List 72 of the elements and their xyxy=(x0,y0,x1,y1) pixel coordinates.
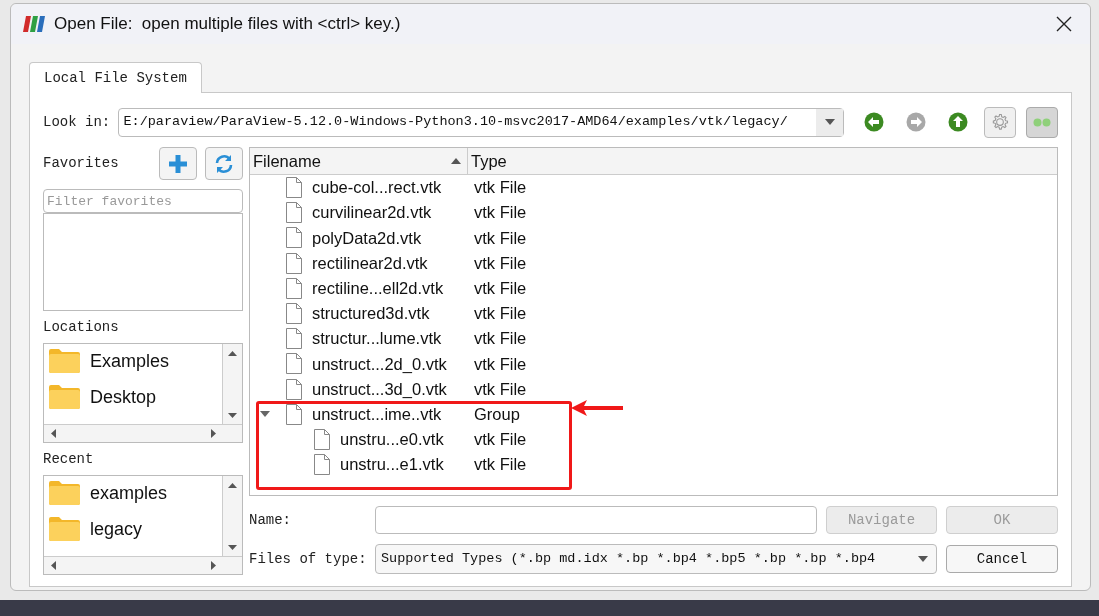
files-of-type-label: Files of type: xyxy=(249,549,368,569)
file-name[interactable]: rectiline...ell2d.vtk xyxy=(312,275,444,301)
file-icon xyxy=(286,353,302,375)
annotation-arrow xyxy=(571,400,623,416)
folder-item[interactable]: examples xyxy=(90,479,168,507)
folder-item[interactable]: Desktop xyxy=(90,383,157,411)
settings-button[interactable] xyxy=(984,106,1016,138)
folder-item[interactable]: Examples xyxy=(90,347,170,375)
folder-icon xyxy=(49,385,80,409)
section-label: Recent xyxy=(43,450,95,469)
file-type-dropdown[interactable]: Supported Types (*.bp md.idx *.bp *.bp4 *.bp5 *.bp *.bp *.bp4 xyxy=(375,544,937,574)
file-icon xyxy=(314,454,330,476)
file-icon xyxy=(286,202,302,224)
close-icon[interactable] xyxy=(1056,16,1072,32)
file-type: vtk File xyxy=(473,277,527,299)
file-name[interactable]: unstruct...3d_0.vtk xyxy=(312,376,447,402)
file-icon xyxy=(286,227,302,249)
file-icon xyxy=(286,403,302,425)
folder-icon xyxy=(49,481,80,505)
folder-item[interactable]: legacy xyxy=(90,515,143,543)
file-type: Group xyxy=(473,403,520,425)
refresh-icon xyxy=(214,153,234,174)
file-icon xyxy=(286,328,302,350)
file-name[interactable]: rectilinear2d.vtk xyxy=(312,250,428,276)
file-name[interactable]: unstru...e1.vtk xyxy=(340,452,444,478)
dialog-button[interactable]: Cancel xyxy=(946,545,1058,573)
file-icon xyxy=(286,277,302,299)
file-type: vtk File xyxy=(473,353,527,375)
file-name[interactable]: polyData2d.vtk xyxy=(312,225,422,251)
filter-field[interactable]: Filter favorites xyxy=(43,189,243,213)
file-icon xyxy=(286,303,302,325)
column-header[interactable]: Filename xyxy=(250,148,468,174)
column-header[interactable]: Type xyxy=(468,148,1057,174)
refresh-button[interactable] xyxy=(205,147,243,180)
settings-icon xyxy=(990,112,1010,132)
window-title: Open File: open multiple files with <ctrl> key.) xyxy=(54,13,401,36)
dropdown-arrow-icon xyxy=(918,556,928,562)
file-type: vtk File xyxy=(473,378,527,400)
app-logo-icon xyxy=(23,16,45,32)
file-type: vtk File xyxy=(473,454,527,476)
name-label: Name: xyxy=(249,510,292,530)
look-in-label: Look in: xyxy=(43,112,112,132)
name-field[interactable] xyxy=(375,506,817,534)
sort-arrow-icon xyxy=(451,158,461,164)
file-name[interactable]: cube-col...rect.vtk xyxy=(312,175,442,200)
file-type: vtk File xyxy=(473,429,527,451)
file-type: vtk File xyxy=(473,303,527,325)
file-name[interactable]: structured3d.vtk xyxy=(312,301,430,326)
file-icon xyxy=(286,177,302,199)
file-name[interactable]: structur...lume.vtk xyxy=(312,326,442,352)
folder-icon xyxy=(49,349,80,373)
plus-icon xyxy=(169,154,187,173)
look-in-dropdown[interactable]: E:/paraview/ParaView-5.12.0-Windows-Python3.10-msvc2017-AMD64/examples/vtk/legacy/ xyxy=(118,107,844,137)
file-icon xyxy=(314,428,330,450)
folder-icon xyxy=(49,517,80,541)
file-type: vtk File xyxy=(473,202,527,224)
file-icon xyxy=(286,252,302,274)
file-name[interactable]: unstruct...2d_0.vtk xyxy=(312,351,447,377)
file-type: vtk File xyxy=(473,177,527,199)
file-type: vtk File xyxy=(473,328,527,350)
section-label: Favorites xyxy=(43,154,120,173)
tab[interactable]: Local File System xyxy=(29,62,202,93)
section-label: Locations xyxy=(43,318,120,337)
dropdown-arrow-icon xyxy=(824,119,835,125)
add-button[interactable] xyxy=(159,147,197,180)
dots-icon xyxy=(1033,117,1051,127)
toggle-button[interactable] xyxy=(1026,106,1058,138)
file-name[interactable]: curvilinear2d.vtk xyxy=(312,200,432,226)
file-type: vtk File xyxy=(473,252,527,274)
file-name[interactable]: unstru...e0.vtk xyxy=(340,427,444,452)
file-type: vtk File xyxy=(473,227,527,249)
file-icon xyxy=(286,378,302,400)
